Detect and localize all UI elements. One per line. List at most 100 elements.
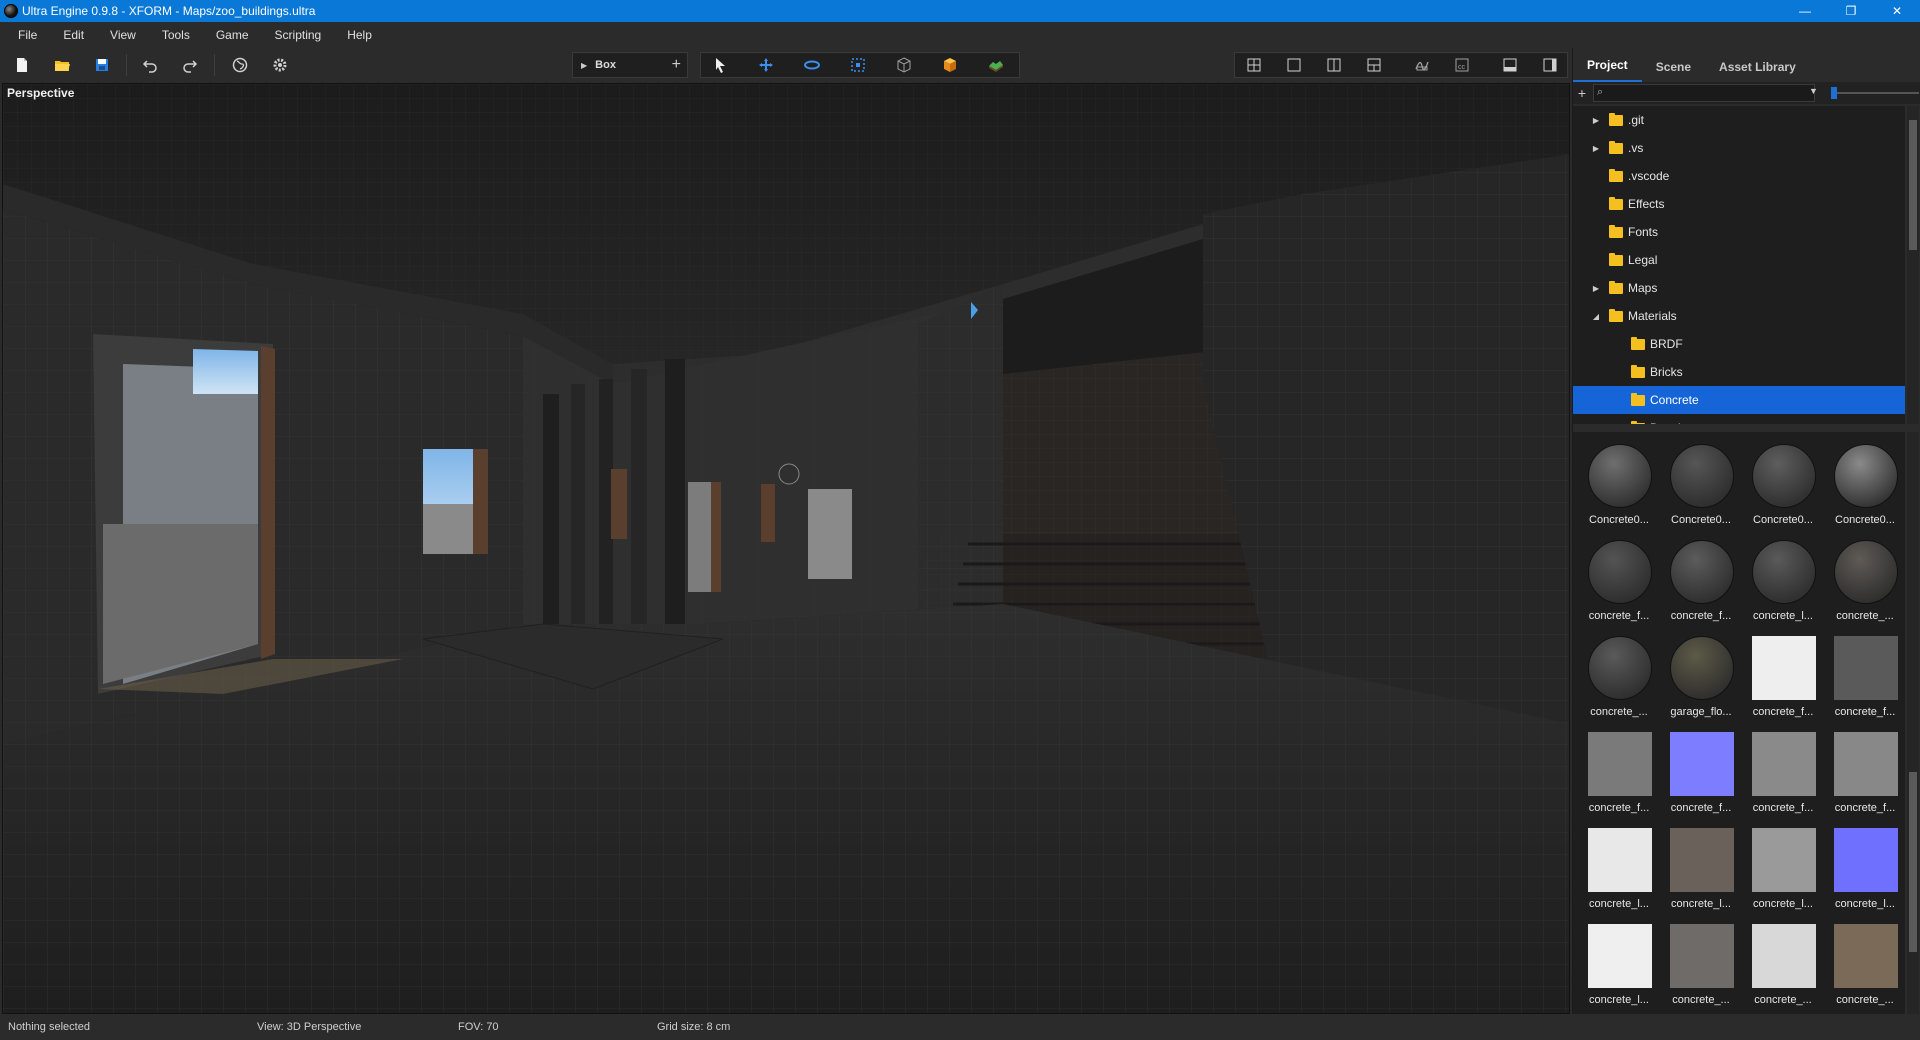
solid-box-icon[interactable] <box>936 52 964 78</box>
side-panel-icon[interactable] <box>1536 52 1564 78</box>
select-pointer-icon[interactable] <box>706 52 734 78</box>
move-icon[interactable] <box>752 52 780 78</box>
collision-icon[interactable]: cc <box>1448 52 1476 78</box>
globe-icon[interactable] <box>226 52 254 78</box>
thumbnail-size-slider[interactable] <box>1831 87 1919 99</box>
tree-scrollbar[interactable] <box>1907 106 1919 424</box>
material-asset-tile[interactable]: concrete_... <box>1827 916 1903 1012</box>
redo-icon[interactable] <box>176 52 204 78</box>
material-asset-tile[interactable]: concrete_l... <box>1663 820 1739 916</box>
tab-asset-library[interactable]: Asset Library <box>1705 60 1810 82</box>
bottom-panel-icon[interactable] <box>1496 52 1524 78</box>
primitive-label: Box <box>595 59 616 71</box>
tree-item-vs[interactable]: ▶ .vs <box>1573 134 1905 162</box>
quad-view-icon[interactable] <box>1240 52 1268 78</box>
material-asset-tile[interactable]: garage_flo... <box>1663 628 1739 724</box>
scale-icon[interactable] <box>844 52 872 78</box>
material-asset-tile[interactable]: concrete_... <box>1663 916 1739 1012</box>
asset-label: Concrete0... <box>1753 514 1813 526</box>
save-icon[interactable] <box>88 52 116 78</box>
material-asset-tile[interactable]: Concrete0... <box>1581 436 1657 532</box>
new-file-icon[interactable] <box>8 52 36 78</box>
material-asset-tile[interactable]: concrete_l... <box>1745 820 1821 916</box>
fov-status: FOV: 70 <box>458 1021 499 1033</box>
folder-icon <box>1609 112 1623 126</box>
material-asset-tile[interactable]: concrete_l... <box>1581 820 1657 916</box>
tab-scene[interactable]: Scene <box>1642 60 1705 82</box>
tree-item-fonts[interactable]: Fonts <box>1573 218 1905 246</box>
add-primitive-icon[interactable]: + <box>672 56 681 74</box>
scene-render[interactable] <box>3 84 1570 1014</box>
search-input[interactable] <box>1593 84 1815 102</box>
material-asset-tile[interactable]: concrete_f... <box>1581 724 1657 820</box>
material-asset-tile[interactable]: Concrete0... <box>1663 436 1739 532</box>
open-folder-icon[interactable] <box>48 52 76 78</box>
material-asset-tile[interactable]: concrete_l... <box>1581 916 1657 1012</box>
material-asset-tile[interactable]: concrete_l... <box>1745 532 1821 628</box>
viewport-label: Perspective <box>7 86 75 100</box>
asset-label: concrete_l... <box>1835 898 1895 910</box>
panel-tabs: Project Scene Asset Library <box>1573 48 1920 82</box>
collapsed-arrow-icon[interactable]: ▶ <box>1591 144 1601 153</box>
tree-item-materials[interactable]: ◢ Materials <box>1573 302 1905 330</box>
tree-item-decals[interactable]: Decals <box>1573 414 1905 424</box>
settings-gear-icon[interactable] <box>266 52 294 78</box>
restore-button[interactable]: ❐ <box>1828 0 1874 22</box>
tree-item-brdf[interactable]: BRDF <box>1573 330 1905 358</box>
project-panel: Project Scene Asset Library + ⌕ ▼ ▶ .git ▶… <box>1572 48 1920 1014</box>
material-asset-tile[interactable]: Concrete0... <box>1827 436 1903 532</box>
menu-view[interactable]: View <box>102 28 154 42</box>
tree-item-git[interactable]: ▶ .git <box>1573 106 1905 134</box>
material-asset-tile[interactable]: concrete_l... <box>1827 820 1903 916</box>
material-asset-tile[interactable]: concrete_f... <box>1827 724 1903 820</box>
asset-label: Concrete0... <box>1671 514 1731 526</box>
tree-item-concrete[interactable]: Concrete <box>1573 386 1905 414</box>
chevron-down-icon[interactable]: ▼ <box>1809 86 1818 96</box>
material-asset-tile[interactable]: Concrete0... <box>1745 436 1821 532</box>
minimize-button[interactable]: — <box>1782 0 1828 22</box>
asset-grid: Concrete0... Concrete0... Concrete0... Conc… <box>1573 432 1905 1014</box>
undo-icon[interactable] <box>136 52 164 78</box>
rotate-icon[interactable] <box>798 52 826 78</box>
slider-handle[interactable] <box>1831 87 1837 99</box>
collapsed-arrow-icon[interactable]: ▶ <box>1591 116 1601 125</box>
tree-item-legal[interactable]: Legal <box>1573 246 1905 274</box>
3d-viewport[interactable]: Perspective <box>2 83 1570 1014</box>
terrain-icon[interactable] <box>982 52 1010 78</box>
menu-file[interactable]: File <box>10 28 55 42</box>
material-asset-tile[interactable]: concrete_f... <box>1745 724 1821 820</box>
menu-tools[interactable]: Tools <box>154 28 208 42</box>
menu-help[interactable]: Help <box>339 28 390 42</box>
material-preview-sphere <box>1588 636 1652 700</box>
material-asset-tile[interactable]: concrete_... <box>1745 916 1821 1012</box>
close-button[interactable]: ✕ <box>1874 0 1920 22</box>
primitive-selector[interactable]: ▶ Box + <box>572 52 688 78</box>
tab-project[interactable]: Project <box>1573 58 1642 82</box>
asset-label: concrete_f... <box>1588 802 1650 814</box>
tree-item-bricks[interactable]: Bricks <box>1573 358 1905 386</box>
material-asset-tile[interactable]: concrete_f... <box>1581 532 1657 628</box>
add-icon[interactable]: + <box>1573 85 1591 101</box>
tree-item-effects[interactable]: Effects <box>1573 190 1905 218</box>
physics-icon[interactable] <box>1408 52 1436 78</box>
menu-scripting[interactable]: Scripting <box>267 28 340 42</box>
material-asset-tile[interactable]: concrete_... <box>1827 532 1903 628</box>
expanded-arrow-icon[interactable]: ◢ <box>1591 312 1601 321</box>
material-asset-tile[interactable]: concrete_f... <box>1745 628 1821 724</box>
split-vertical-icon[interactable] <box>1320 52 1348 78</box>
material-asset-tile[interactable]: concrete_f... <box>1827 628 1903 724</box>
tree-item-maps[interactable]: ▶ Maps <box>1573 274 1905 302</box>
wireframe-box-icon[interactable] <box>890 52 918 78</box>
tree-item-vscode[interactable]: .vscode <box>1573 162 1905 190</box>
asset-scrollbar[interactable] <box>1907 432 1919 1014</box>
menu-game[interactable]: Game <box>208 28 267 42</box>
material-asset-tile[interactable]: concrete_f... <box>1663 532 1739 628</box>
material-asset-tile[interactable]: concrete_... <box>1581 628 1657 724</box>
single-view-icon[interactable] <box>1280 52 1308 78</box>
collapsed-arrow-icon[interactable]: ▶ <box>1591 284 1601 293</box>
material-asset-tile[interactable]: concrete_f... <box>1663 724 1739 820</box>
menu-edit[interactable]: Edit <box>55 28 102 42</box>
split-horizontal-icon[interactable] <box>1360 52 1388 78</box>
texture-preview <box>1752 924 1816 988</box>
panel-splitter[interactable] <box>1573 426 1920 430</box>
